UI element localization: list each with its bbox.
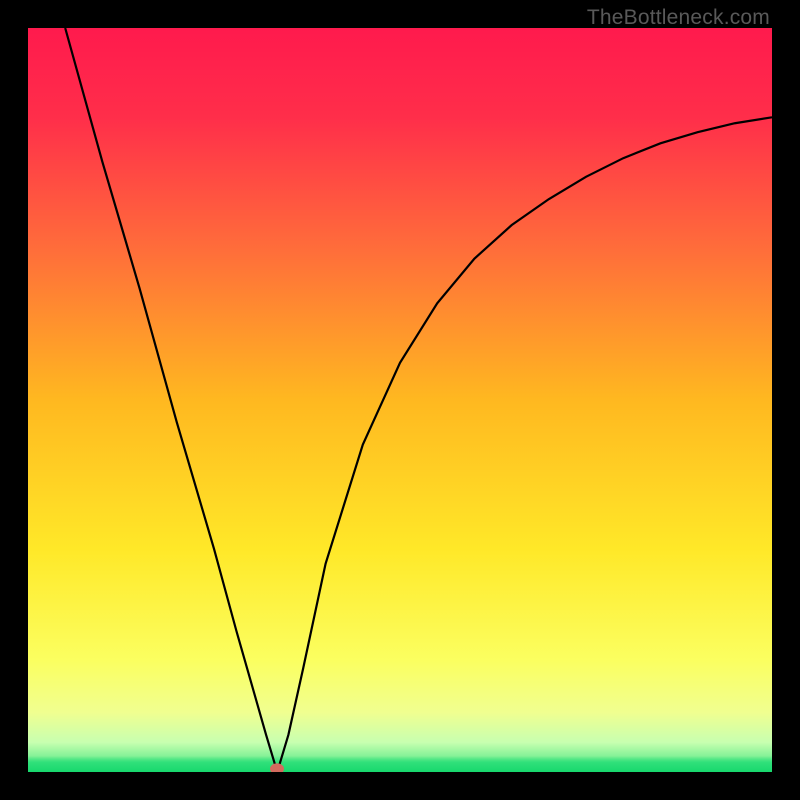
bottleneck-curve (28, 28, 772, 772)
watermark-text: TheBottleneck.com (587, 6, 770, 30)
chart-frame: TheBottleneck.com (0, 0, 800, 800)
curve-path (65, 28, 772, 772)
optimal-point-marker (270, 763, 284, 772)
plot-area (28, 28, 772, 772)
